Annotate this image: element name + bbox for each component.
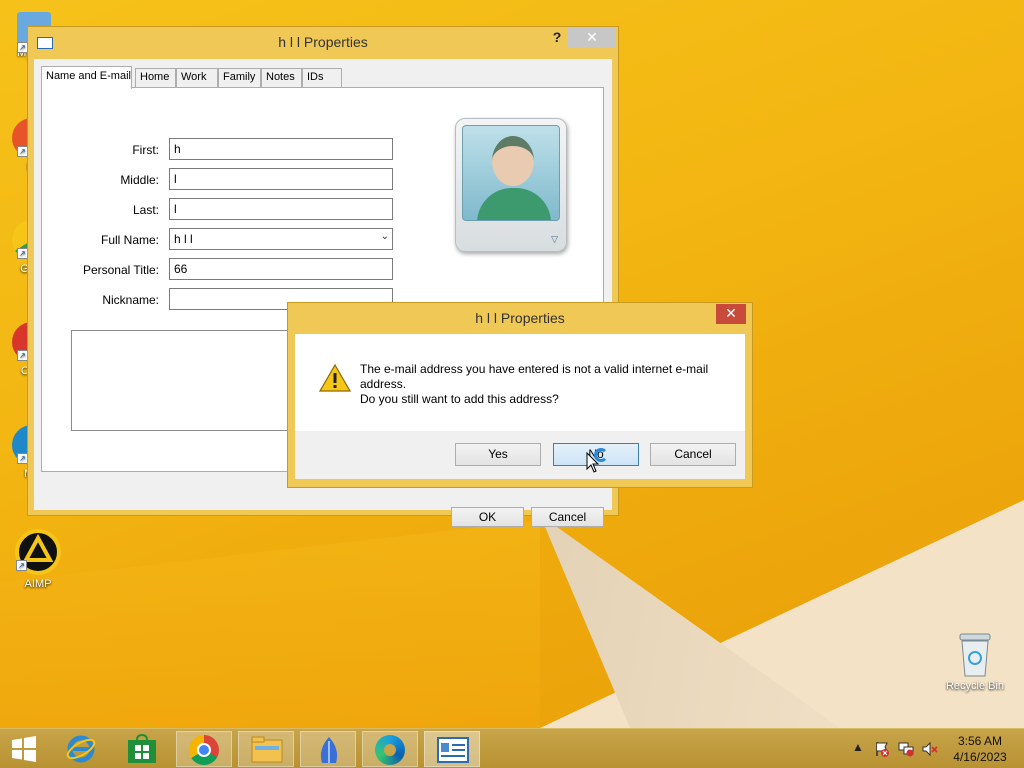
nickname-label: Nickname:: [102, 293, 159, 307]
edge-icon: [375, 735, 405, 765]
first-label: First:: [132, 143, 159, 157]
desktop-icon-label: Recycle Bin: [945, 680, 1005, 692]
taskbar-chrome[interactable]: [176, 731, 232, 767]
ok-button[interactable]: OK: [451, 507, 524, 527]
volume-muted-icon[interactable]: [922, 741, 938, 757]
dialog-body: The e-mail address you have entered is n…: [295, 334, 745, 431]
desktop-icon-label: AIMP: [24, 578, 52, 590]
warning-icon: [319, 364, 351, 392]
clock-time: 3:56 AM: [957, 734, 1003, 748]
dialog-message-line: Do you still want to add this address?: [360, 392, 559, 406]
file-explorer-icon: [251, 736, 283, 763]
contact-avatar: [462, 125, 560, 221]
personal-title-label: Personal Title:: [82, 263, 159, 277]
chrome-icon-center: [197, 743, 211, 757]
desktop-icon-aimp[interactable]: ↗ AIMP: [8, 528, 68, 590]
properties-title: h l l Properties: [278, 34, 368, 50]
recycle-bin-icon: [959, 633, 991, 677]
taskbar-feather-app[interactable]: [300, 731, 356, 767]
feather-app-icon: [320, 737, 338, 763]
last-name-field[interactable]: l: [169, 198, 393, 220]
taskbar-clock[interactable]: 3:56 AM 4/16/2023: [944, 733, 1016, 765]
tab-ids[interactable]: IDs: [302, 68, 342, 87]
taskbar-file-explorer[interactable]: [238, 731, 294, 767]
action-center-flag-icon[interactable]: [874, 741, 890, 757]
dialog-message-line: address.: [360, 377, 407, 391]
contacts-icon: [437, 737, 469, 763]
properties-titlebar[interactable]: h l l Properties ? ✕: [28, 27, 618, 59]
taskbar: ▲ 3:56 AM 4/16/2023: [0, 728, 1024, 768]
desktop-icon-recycle-bin[interactable]: Recycle Bin: [940, 632, 1010, 692]
store-icon: [128, 734, 156, 763]
dialog-button-bar: Yes No Cancel: [295, 431, 745, 479]
tab-name-and-email[interactable]: Name and E-mail: [41, 66, 132, 89]
properties-cancel-button[interactable]: Cancel: [531, 507, 604, 527]
full-name-label: Full Name:: [100, 233, 159, 247]
internet-explorer-icon: [66, 735, 96, 763]
email-list-box[interactable]: [71, 330, 321, 431]
dialog-message: The e-mail address you have entered is n…: [360, 362, 740, 407]
tab-home[interactable]: Home: [135, 68, 176, 87]
tab-family[interactable]: Family: [218, 68, 261, 87]
chrome-icon: [189, 735, 219, 765]
contact-picture-button[interactable]: ▽: [455, 118, 567, 252]
chevron-down-icon[interactable]: ⌄: [381, 231, 389, 242]
taskbar-edge[interactable]: [362, 731, 418, 767]
tab-work[interactable]: Work: [176, 68, 218, 87]
dialog-title: h l l Properties: [475, 310, 565, 326]
taskbar-contacts[interactable]: [424, 731, 480, 767]
edge-icon-center: [384, 744, 396, 756]
tab-notes[interactable]: Notes: [261, 68, 302, 87]
dialog-cancel-button[interactable]: Cancel: [650, 443, 736, 466]
chevron-down-icon[interactable]: ▽: [551, 234, 558, 245]
busy-spinner-icon: [594, 448, 608, 462]
windows-logo-icon: [12, 736, 36, 762]
taskbar-internet-explorer[interactable]: [53, 731, 109, 767]
desktop-wallpaper-shape: [0, 520, 540, 728]
avatar-head: [492, 136, 534, 186]
clock-date: 4/16/2023: [953, 750, 1007, 764]
network-icon[interactable]: [898, 741, 914, 757]
dialog-message-line: The e-mail address you have entered is n…: [360, 362, 709, 376]
personal-title-field[interactable]: 66: [169, 258, 393, 280]
help-button[interactable]: ?: [544, 29, 570, 49]
first-name-field[interactable]: h: [169, 138, 393, 160]
middle-name-field[interactable]: l: [169, 168, 393, 190]
middle-label: Middle:: [120, 173, 159, 187]
properties-close-button[interactable]: ✕: [568, 28, 616, 48]
full-name-value: h l l: [174, 232, 193, 246]
shortcut-arrow-icon: ↗: [16, 560, 27, 571]
dialog-close-button[interactable]: ✕: [716, 304, 746, 324]
avatar-body: [477, 188, 551, 220]
invalid-email-dialog: h l l Properties ✕ The e-mail address yo…: [287, 302, 753, 488]
last-label: Last:: [132, 203, 159, 217]
show-hidden-icons-button[interactable]: ▲: [852, 740, 864, 754]
taskbar-store[interactable]: [114, 731, 170, 767]
yes-button[interactable]: Yes: [455, 443, 541, 466]
start-button[interactable]: [0, 731, 48, 767]
full-name-combobox[interactable]: h l l ⌄: [169, 228, 393, 250]
